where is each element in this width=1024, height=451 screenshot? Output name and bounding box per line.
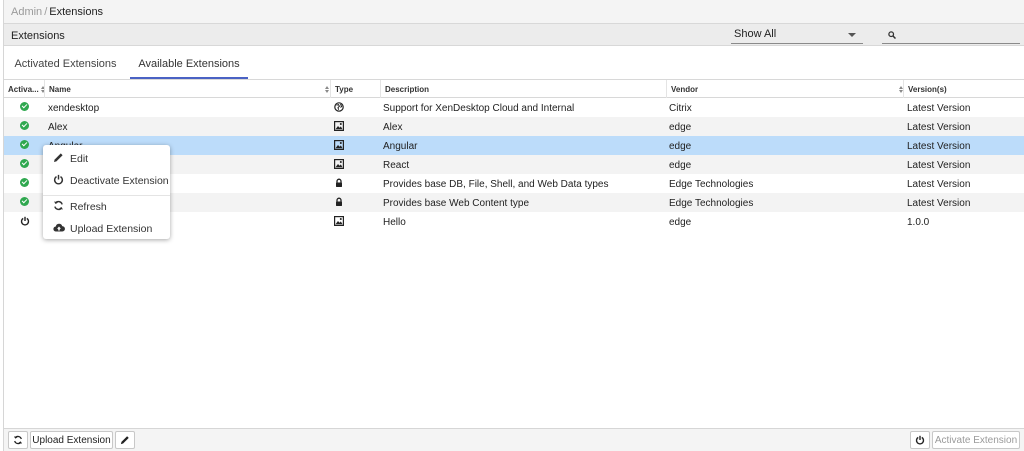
menu-item-deactivate-extension[interactable]: Deactivate Extension <box>43 170 170 190</box>
extension-description: React <box>383 160 410 171</box>
tab-activated-extensions[interactable]: Activated Extensions <box>4 46 127 79</box>
image-icon <box>334 155 354 174</box>
search-icon <box>888 31 896 39</box>
refresh-icon <box>14 435 22 445</box>
power-icon <box>53 174 64 185</box>
column-header-activated[interactable]: Activa... <box>4 80 45 98</box>
table-row[interactable]: xendesktop Support for XenDesktop Cloud … <box>4 98 1024 117</box>
upload-extension-button[interactable]: Upload Extension <box>30 431 113 449</box>
filter-dropdown[interactable]: Show All <box>731 25 863 44</box>
extension-version: Latest Version <box>907 103 971 114</box>
extension-version: Latest Version <box>907 122 971 133</box>
extension-vendor: Edge Technologies <box>669 198 754 209</box>
extension-description: Provides base Web Content type <box>383 198 530 209</box>
activated-status <box>20 117 32 136</box>
panel-titlebar: Extensions Show All <box>4 24 1024 46</box>
extensions-panel: Admin / Extensions Extensions Show All Act… <box>3 0 1024 451</box>
power-button[interactable] <box>910 431 930 449</box>
pencil-icon <box>120 436 129 445</box>
activate-extension-button[interactable]: Activate Extension <box>932 431 1020 449</box>
breadcrumb: Admin / Extensions <box>4 0 1024 24</box>
power-icon <box>915 435 925 445</box>
extension-vendor: edge <box>669 122 692 133</box>
activated-status <box>20 193 32 212</box>
image-icon <box>334 117 354 136</box>
column-header-type[interactable]: Type <box>330 80 380 98</box>
column-header-version[interactable]: Version(s) <box>903 80 1024 98</box>
activated-status <box>20 98 32 117</box>
activated-status <box>20 174 32 193</box>
extension-vendor: edge <box>669 141 692 152</box>
extension-name: xendesktop <box>48 103 100 114</box>
extension-version: Latest Version <box>907 179 971 190</box>
extension-description: Angular <box>383 141 418 152</box>
check-circle-icon <box>20 197 29 206</box>
extension-vendor: edge <box>669 217 692 228</box>
panel-footer: Upload Extension Activate Extension <box>4 428 1024 451</box>
lock-icon <box>334 193 354 212</box>
activated-status <box>20 136 32 155</box>
caret-down-icon <box>848 33 856 37</box>
extension-vendor: edge <box>669 160 692 171</box>
extension-description: Alex <box>383 122 403 133</box>
cloud-upload-icon <box>53 223 65 232</box>
extension-description: Hello <box>383 217 406 228</box>
column-header-vendor[interactable]: Vendor <box>666 80 903 98</box>
filter-selected-value: Show All <box>734 28 777 40</box>
check-circle-icon <box>20 121 29 130</box>
globe-icon <box>334 98 354 117</box>
menu-item-refresh[interactable]: Refresh <box>43 196 170 216</box>
extension-version: Latest Version <box>907 141 971 152</box>
panel-title: Extensions <box>11 30 65 42</box>
check-circle-icon <box>20 140 29 149</box>
image-icon <box>334 136 354 155</box>
sort-icon <box>325 86 329 94</box>
breadcrumb-separator: / <box>44 6 48 18</box>
extension-version: Latest Version <box>907 160 971 171</box>
check-circle-icon <box>20 178 29 187</box>
column-header-name[interactable]: Name <box>44 80 330 98</box>
image-icon <box>334 212 354 231</box>
extension-name: Alex <box>48 122 68 133</box>
power-icon <box>20 212 32 231</box>
pencil-icon <box>54 153 63 162</box>
search-box[interactable] <box>882 25 1020 44</box>
refresh-button[interactable] <box>8 431 28 449</box>
menu-item-edit[interactable]: Edit <box>43 148 170 168</box>
extension-version: Latest Version <box>907 198 971 209</box>
extension-description: Provides base DB, File, Shell, and Web D… <box>383 179 609 190</box>
breadcrumb-admin-link[interactable]: Admin <box>11 6 42 18</box>
tab-bar: Activated Extensions Available Extension… <box>4 46 1024 80</box>
check-circle-icon <box>20 159 29 168</box>
grid-header: Activa... Name Type Description Vendor V… <box>4 80 1024 98</box>
column-header-description[interactable]: Description <box>380 80 666 98</box>
tab-available-extensions[interactable]: Available Extensions <box>130 46 248 79</box>
check-circle-icon <box>20 102 29 111</box>
menu-item-upload-extension[interactable]: Upload Extension <box>43 218 170 238</box>
extension-description: Support for XenDesktop Cloud and Interna… <box>383 103 575 114</box>
extension-vendor: Citrix <box>669 103 692 114</box>
edit-button[interactable] <box>115 431 135 449</box>
breadcrumb-current: Extensions <box>49 6 104 18</box>
refresh-icon <box>54 200 63 211</box>
activated-status <box>20 155 32 174</box>
search-input[interactable] <box>900 27 1016 42</box>
row-context-menu: Edit Deactivate Extension Refresh Upload… <box>43 145 170 239</box>
lock-icon <box>334 174 354 193</box>
table-row[interactable]: Alex Alex edge Latest Version <box>4 117 1024 136</box>
extension-version: 1.0.0 <box>907 217 930 228</box>
extension-vendor: Edge Technologies <box>669 179 754 190</box>
